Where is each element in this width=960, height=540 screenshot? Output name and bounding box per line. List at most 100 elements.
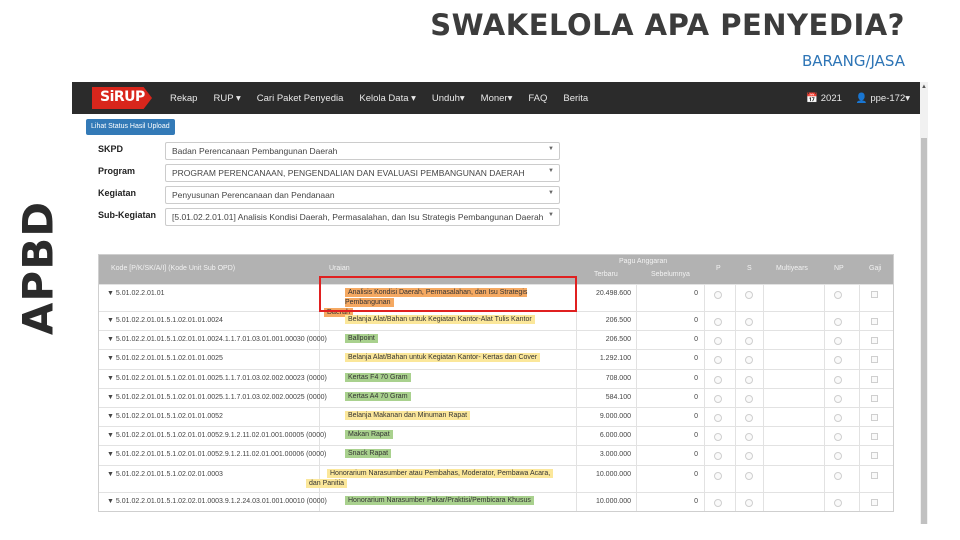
scrollbar-thumb[interactable]: [921, 138, 927, 524]
column-divider: [704, 369, 705, 388]
s-radio[interactable]: [745, 452, 753, 461]
s-radio[interactable]: [745, 433, 753, 442]
s-radio[interactable]: [745, 471, 753, 480]
table-row[interactable]: ▼ 5.01.02.2.01.01.5.1.02.01.01.0025 Belan…: [99, 349, 893, 369]
subkegiatan-select[interactable]: [5.01.02.2.01.01] Analisis Kondisi Daera…: [165, 208, 560, 226]
p-radio[interactable]: [714, 375, 722, 384]
row-kode[interactable]: ▼ 5.01.02.2.01.01.5.1.02.01.01.0025.1.1.…: [107, 394, 327, 401]
column-divider: [763, 331, 764, 350]
row-kode[interactable]: ▼ 5.01.02.2.01.01.5.1.02.01.01.0052.9.1.…: [107, 451, 326, 458]
row-kode[interactable]: ▼ 5.01.02.2.01.01.5.1.02.01.01.0025.1.1.…: [107, 375, 327, 382]
row-kode[interactable]: ▼ 5.01.02.2.01.01.5.1.02.01.01.0052: [107, 413, 223, 420]
np-radio[interactable]: [834, 452, 842, 461]
row-kode[interactable]: ▼ 5.01.02.2.01.01.5.1.02.01.01.0024.1.1.…: [107, 336, 327, 343]
nav-unduh[interactable]: Unduh▾: [432, 93, 465, 104]
scroll-up-icon[interactable]: ▲: [921, 84, 927, 90]
np-radio[interactable]: [834, 433, 842, 442]
row-pagu-sebelumnya: 0: [694, 336, 698, 344]
s-radio[interactable]: [745, 318, 753, 326]
table-row[interactable]: ▼ 5.01.02.2.01.01.5.1.02.02.01.0003 Honor…: [99, 464, 893, 492]
nav-faq[interactable]: FAQ: [528, 93, 547, 104]
s-radio[interactable]: [745, 375, 753, 384]
p-radio[interactable]: [714, 433, 722, 442]
nav-moner[interactable]: Moner▾: [481, 93, 513, 104]
p-radio[interactable]: [714, 471, 722, 480]
p-radio[interactable]: [714, 452, 722, 461]
nav-rup[interactable]: RUP ▾: [213, 93, 240, 104]
nav-berita[interactable]: Berita: [563, 93, 588, 104]
p-radio[interactable]: [714, 394, 722, 403]
user-menu[interactable]: 👤 ppe-172▾: [856, 93, 910, 104]
nav-rekap[interactable]: Rekap: [170, 93, 197, 104]
column-divider: [859, 465, 860, 492]
p-radio[interactable]: [714, 356, 722, 365]
program-select[interactable]: PROGRAM PERENCANAAN, PENGENDALIAN DAN EV…: [165, 164, 560, 182]
np-radio[interactable]: [834, 471, 842, 480]
gaji-checkbox[interactable]: [871, 471, 878, 479]
gaji-checkbox[interactable]: [871, 291, 878, 298]
s-radio[interactable]: [745, 413, 753, 422]
np-radio[interactable]: [834, 394, 842, 403]
gaji-checkbox[interactable]: [871, 318, 878, 325]
nav-cari-paket[interactable]: Cari Paket Penyedia: [257, 93, 344, 104]
p-radio[interactable]: [714, 498, 722, 507]
gaji-checkbox[interactable]: [871, 498, 878, 506]
year-selector[interactable]: 📅 2021: [806, 93, 842, 104]
np-radio[interactable]: [834, 413, 842, 422]
p-radio[interactable]: [714, 291, 722, 299]
gaji-checkbox[interactable]: [871, 433, 878, 441]
table-row[interactable]: ▼ 5.01.02.2.01.01.5.1.02.01.01.0052 Belan…: [99, 406, 893, 427]
table-row[interactable]: ▼ 5.01.02.2.01.01.5.1.02.01.01.0024.1.1.…: [99, 330, 893, 350]
column-divider: [763, 465, 764, 492]
row-uraian-text: Honorarium Narasumber atau Pembahas, Mod…: [327, 468, 554, 478]
np-radio[interactable]: [834, 318, 842, 326]
table-row[interactable]: ▼ 5.01.02.2.01.01.5.1.02.02.01.0003.9.1.…: [99, 491, 893, 511]
column-divider: [824, 285, 825, 311]
s-radio[interactable]: [745, 394, 753, 403]
gaji-checkbox[interactable]: [871, 375, 878, 383]
column-divider: [824, 331, 825, 350]
gaji-checkbox[interactable]: [871, 394, 878, 402]
np-radio[interactable]: [834, 375, 842, 384]
np-radio[interactable]: [834, 291, 842, 299]
status-upload-button[interactable]: Lihat Status Hasil Upload: [86, 119, 175, 135]
np-radio[interactable]: [834, 337, 842, 346]
kegiatan-select[interactable]: Penyusunan Perencanaan dan Pendanaan ▼: [165, 186, 560, 204]
table-row[interactable]: ▼ 5.01.02.2.01.01.5.1.02.01.01.0052.9.1.…: [99, 445, 893, 465]
p-radio[interactable]: [714, 337, 722, 346]
p-radio[interactable]: [714, 413, 722, 422]
np-radio[interactable]: [834, 356, 842, 365]
row-kode[interactable]: ▼ 5.01.02.2.01.01.5.1.02.01.01.0025: [107, 355, 223, 362]
table-row[interactable]: ▼ 5.01.02.2.01.01.5.1.02.01.01.0025.1.1.…: [99, 368, 893, 388]
s-radio[interactable]: [745, 498, 753, 507]
row-kode[interactable]: ▼ 5.01.02.2.01.01: [107, 290, 165, 297]
np-radio[interactable]: [834, 498, 842, 507]
column-divider: [859, 285, 860, 311]
table-row[interactable]: ▼ 5.01.02.2.01.01.5.1.02.01.01.0025.1.1.…: [99, 387, 893, 407]
s-radio[interactable]: [745, 291, 753, 299]
nav-right: 📅 2021 👤 ppe-172▾: [792, 82, 910, 114]
row-uraian-text: Makan Rapat: [345, 430, 393, 440]
row-uraian-text: Belanja Alat/Bahan untuk Kegiatan Kantor…: [345, 353, 541, 363]
gaji-checkbox[interactable]: [871, 337, 878, 345]
gaji-checkbox[interactable]: [871, 452, 878, 460]
skpd-select[interactable]: Badan Perencanaan Pembangunan Daerah ▼: [165, 142, 560, 160]
column-divider: [763, 388, 764, 407]
scrollbar[interactable]: ▲: [920, 82, 928, 524]
p-radio[interactable]: [714, 318, 722, 326]
s-radio[interactable]: [745, 337, 753, 346]
row-kode[interactable]: ▼ 5.01.02.2.01.01.5.1.02.02.01.0003.9.1.…: [107, 498, 327, 505]
table-row[interactable]: ▼ 5.01.02.2.01.01.5.1.02.01.01.0024 Belan…: [99, 311, 893, 331]
s-radio[interactable]: [745, 356, 753, 365]
gaji-checkbox[interactable]: [871, 356, 878, 364]
side-label: APBD: [8, 188, 68, 348]
table-row[interactable]: ▼ 5.01.02.2.01.01.5.1.02.01.01.0052.9.1.…: [99, 426, 893, 446]
nav-kelola-data[interactable]: Kelola Data ▾: [359, 93, 416, 104]
column-divider: [859, 369, 860, 388]
sirup-logo[interactable]: SiRUP: [92, 87, 152, 109]
row-kode[interactable]: ▼ 5.01.02.2.01.01.5.1.02.02.01.0003: [107, 471, 223, 478]
row-kode[interactable]: ▼ 5.01.02.2.01.01.5.1.02.01.01.0024: [107, 317, 223, 324]
row-kode[interactable]: ▼ 5.01.02.2.01.01.5.1.02.01.01.0052.9.1.…: [107, 432, 326, 439]
gaji-checkbox[interactable]: [871, 413, 878, 421]
chevron-down-icon: ▼: [548, 212, 554, 218]
